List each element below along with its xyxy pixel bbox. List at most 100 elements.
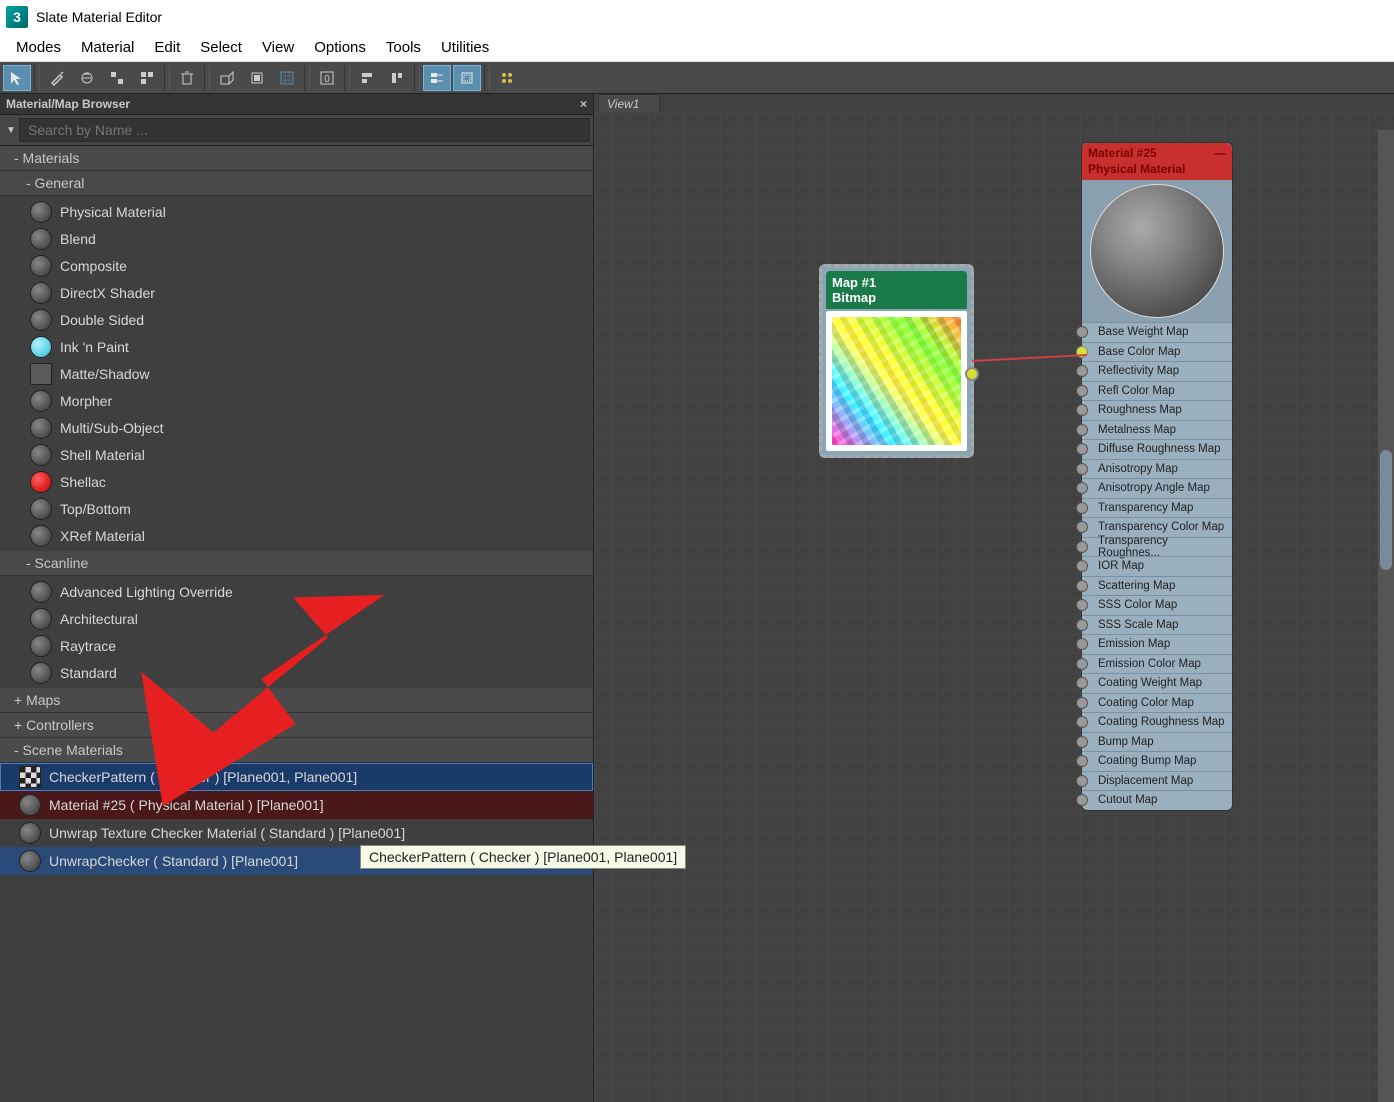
material-slot[interactable]: Base Color Map — [1082, 342, 1232, 362]
material-slot[interactable]: Transparency Roughnes... — [1082, 537, 1232, 557]
menu-material[interactable]: Material — [71, 36, 144, 59]
material-item[interactable]: Double Sided — [0, 306, 593, 333]
layout-tool-button[interactable] — [243, 65, 271, 91]
pick-tool-button[interactable] — [43, 65, 71, 91]
slot-input-socket[interactable] — [1076, 326, 1088, 338]
material-item[interactable]: Composite — [0, 252, 593, 279]
preview-tool-button[interactable]: 0 — [313, 65, 341, 91]
material-slot[interactable]: Anisotropy Map — [1082, 459, 1232, 479]
slot-input-socket[interactable] — [1076, 677, 1088, 689]
maps-section[interactable]: + Maps — [0, 688, 593, 713]
slot-input-socket[interactable] — [1076, 619, 1088, 631]
controllers-section[interactable]: + Controllers — [0, 713, 593, 738]
material-slot[interactable]: Displacement Map — [1082, 771, 1232, 791]
slot-input-socket[interactable] — [1076, 443, 1088, 455]
slot-input-socket[interactable] — [1076, 794, 1088, 806]
scanline-section[interactable]: - Scanline — [0, 551, 593, 576]
select-tool-button[interactable] — [3, 65, 31, 91]
delete-tool-button[interactable] — [173, 65, 201, 91]
show-map-button[interactable] — [423, 65, 451, 91]
scrollbar-thumb[interactable] — [1380, 450, 1392, 570]
menu-view[interactable]: View — [252, 36, 304, 59]
tool-button-4[interactable] — [103, 65, 131, 91]
material-item[interactable]: Advanced Lighting Override — [0, 578, 593, 605]
grid-tool-button[interactable] — [273, 65, 301, 91]
material-item[interactable]: Shell Material — [0, 441, 593, 468]
menu-options[interactable]: Options — [304, 36, 376, 59]
close-icon[interactable]: × — [580, 97, 587, 111]
scene-material-item[interactable]: Unwrap Texture Checker Material ( Standa… — [0, 819, 593, 847]
assign-tool-button[interactable] — [73, 65, 101, 91]
material-slot[interactable]: Roughness Map — [1082, 400, 1232, 420]
material-slot[interactable]: Coating Color Map — [1082, 693, 1232, 713]
material-item[interactable]: Matte/Shadow — [0, 360, 593, 387]
material-slot[interactable]: Emission Color Map — [1082, 654, 1232, 674]
material-slot[interactable]: Coating Roughness Map — [1082, 712, 1232, 732]
slot-input-socket[interactable] — [1076, 541, 1088, 553]
tool-button-5[interactable] — [133, 65, 161, 91]
material-slot[interactable]: Coating Weight Map — [1082, 673, 1232, 693]
material-slot[interactable]: Metalness Map — [1082, 420, 1232, 440]
view-canvas[interactable]: Map #1 Bitmap — Material #25 Physical Ma… — [594, 112, 1394, 1102]
material-slot[interactable]: Transparency Map — [1082, 498, 1232, 518]
minimize-icon[interactable]: — — [1214, 146, 1226, 162]
material-node[interactable]: — Material #25 Physical Material Base We… — [1081, 142, 1233, 811]
material-item[interactable]: Shellac — [0, 468, 593, 495]
menu-edit[interactable]: Edit — [144, 36, 190, 59]
slot-input-socket[interactable] — [1076, 482, 1088, 494]
material-item[interactable]: Architectural — [0, 605, 593, 632]
tool-button-b[interactable] — [383, 65, 411, 91]
search-input[interactable] — [19, 118, 590, 142]
material-slot[interactable]: Transparency Color Map — [1082, 517, 1232, 537]
slot-input-socket[interactable] — [1076, 560, 1088, 572]
material-slot[interactable]: Anisotropy Angle Map — [1082, 478, 1232, 498]
slot-input-socket[interactable] — [1076, 599, 1088, 611]
material-slot[interactable]: SSS Scale Map — [1082, 615, 1232, 635]
material-slot[interactable]: Scattering Map — [1082, 576, 1232, 596]
menu-select[interactable]: Select — [190, 36, 252, 59]
material-node-header[interactable]: — Material #25 Physical Material — [1082, 143, 1232, 180]
show-end-button[interactable] — [453, 65, 481, 91]
slot-input-socket[interactable] — [1076, 385, 1088, 397]
slot-input-socket[interactable] — [1076, 580, 1088, 592]
slot-input-socket[interactable] — [1076, 463, 1088, 475]
tool-button-a[interactable] — [353, 65, 381, 91]
material-slot[interactable]: Diffuse Roughness Map — [1082, 439, 1232, 459]
slot-input-socket[interactable] — [1076, 638, 1088, 650]
general-section[interactable]: - General — [0, 171, 593, 196]
material-slot[interactable]: IOR Map — [1082, 556, 1232, 576]
menu-tools[interactable]: Tools — [376, 36, 431, 59]
connection-wire[interactable] — [972, 354, 1087, 362]
view-panel[interactable]: View1 Map #1 Bitmap — Material #25 Physi… — [594, 94, 1394, 1102]
view-tab[interactable]: View1 — [598, 94, 660, 113]
material-item[interactable]: Top/Bottom — [0, 495, 593, 522]
slot-input-socket[interactable] — [1076, 755, 1088, 767]
material-item[interactable]: Ink 'n Paint — [0, 333, 593, 360]
menu-utilities[interactable]: Utilities — [431, 36, 499, 59]
slot-input-socket[interactable] — [1076, 502, 1088, 514]
material-slot[interactable]: Cutout Map — [1082, 790, 1232, 810]
material-slot[interactable]: Reflectivity Map — [1082, 361, 1232, 381]
slot-input-socket[interactable] — [1076, 365, 1088, 377]
material-slot[interactable]: Bump Map — [1082, 732, 1232, 752]
map-output-socket[interactable] — [965, 367, 979, 381]
material-slot[interactable]: SSS Color Map — [1082, 595, 1232, 615]
scene-material-item[interactable]: Material #25 ( Physical Material ) [Plan… — [0, 791, 593, 819]
move-tool-button[interactable] — [213, 65, 241, 91]
slot-input-socket[interactable] — [1076, 775, 1088, 787]
map-node[interactable]: Map #1 Bitmap — [819, 264, 974, 458]
scene-materials-section[interactable]: - Scene Materials — [0, 738, 593, 763]
material-item[interactable]: XRef Material — [0, 522, 593, 549]
map-node-header[interactable]: Map #1 Bitmap — [826, 271, 967, 309]
material-item[interactable]: Blend — [0, 225, 593, 252]
search-options-icon[interactable]: ▼ — [3, 122, 19, 138]
material-slot[interactable]: Base Weight Map — [1082, 322, 1232, 342]
slot-input-socket[interactable] — [1076, 521, 1088, 533]
material-item[interactable]: DirectX Shader — [0, 279, 593, 306]
slot-input-socket[interactable] — [1076, 697, 1088, 709]
materials-section[interactable]: - Materials — [0, 146, 593, 171]
slot-input-socket[interactable] — [1076, 404, 1088, 416]
scene-material-item[interactable]: CheckerPattern ( Checker ) [Plane001, Pl… — [0, 763, 593, 791]
material-item[interactable]: Physical Material — [0, 198, 593, 225]
menu-modes[interactable]: Modes — [6, 36, 71, 59]
